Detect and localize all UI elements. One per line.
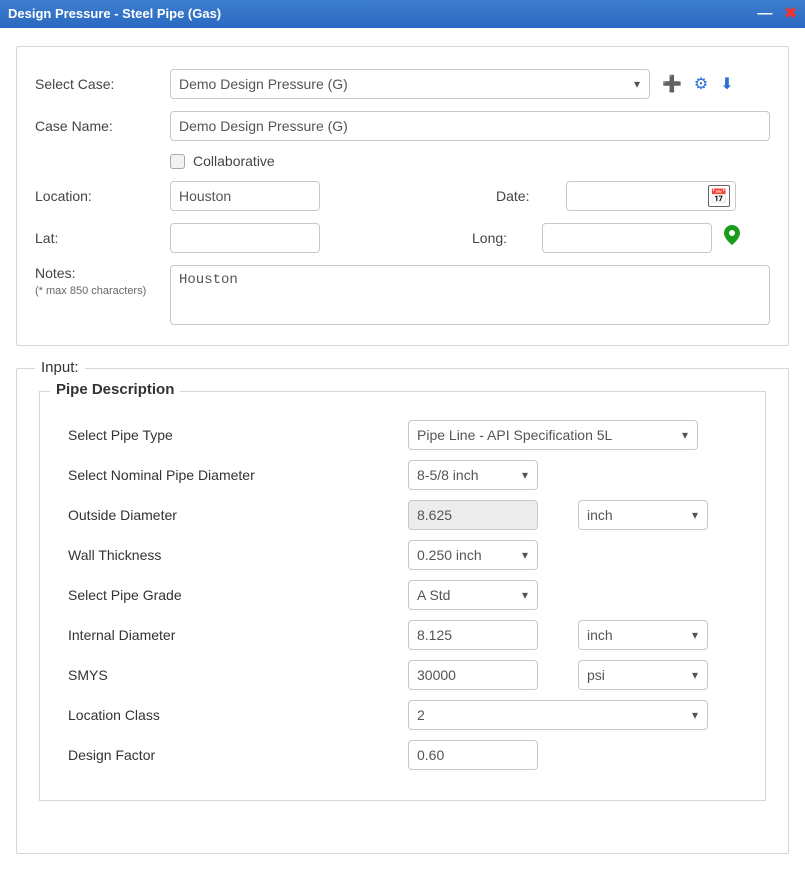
notes-hint: (* max 850 characters) xyxy=(35,285,170,297)
window-title: Design Pressure - Steel Pipe (Gas) xyxy=(8,0,221,28)
smys-input[interactable] xyxy=(408,660,538,690)
input-legend: Input: xyxy=(35,359,85,376)
notes-textarea[interactable] xyxy=(170,265,770,325)
titlebar-actions: — ✖ xyxy=(757,0,797,28)
nominal-diameter-select[interactable]: 8-5/8 inch xyxy=(408,460,538,490)
design-factor-label: Design Factor xyxy=(68,747,408,763)
nominal-diameter-label: Select Nominal Pipe Diameter xyxy=(68,467,408,483)
internal-diameter-label: Internal Diameter xyxy=(68,627,408,643)
lat-label: Lat: xyxy=(35,230,170,246)
smys-label: SMYS xyxy=(68,667,408,683)
date-label: Date: xyxy=(496,188,566,204)
location-class-select[interactable]: 2 xyxy=(408,700,708,730)
location-label: Location: xyxy=(35,188,170,204)
wall-thickness-select[interactable]: 0.250 inch xyxy=(408,540,538,570)
case-toolbar: ➕ ⚙ ⬇ xyxy=(662,74,734,94)
internal-diameter-input[interactable] xyxy=(408,620,538,650)
outside-diameter-unit-select[interactable]: inch xyxy=(578,500,708,530)
pipe-description-legend: Pipe Description xyxy=(50,381,180,398)
lat-input[interactable] xyxy=(170,223,320,253)
pipe-type-select[interactable]: Pipe Line - API Specification 5L xyxy=(408,420,698,450)
input-fieldset: Input: Pipe Description Select Pipe Type… xyxy=(16,368,789,854)
notes-label: Notes: xyxy=(35,265,170,281)
case-name-input[interactable] xyxy=(170,111,770,141)
wall-thickness-label: Wall Thickness xyxy=(68,547,408,563)
pipe-grade-select[interactable]: A Std xyxy=(408,580,538,610)
pipe-description-fieldset: Pipe Description Select Pipe Type Pipe L… xyxy=(39,391,766,801)
pipe-type-label: Select Pipe Type xyxy=(68,427,408,443)
map-marker-icon[interactable] xyxy=(724,225,740,251)
download-icon[interactable]: ⬇ xyxy=(720,74,733,94)
select-case-dropdown[interactable]: Demo Design Pressure (G) xyxy=(170,69,650,99)
minimize-icon[interactable]: — xyxy=(757,0,772,28)
long-input[interactable] xyxy=(542,223,712,253)
internal-diameter-unit-select[interactable]: inch xyxy=(578,620,708,650)
design-factor-input[interactable] xyxy=(408,740,538,770)
location-class-label: Location Class xyxy=(68,707,408,723)
date-input[interactable] xyxy=(566,181,736,211)
collaborative-label: Collaborative xyxy=(193,153,275,169)
add-icon[interactable]: ➕ xyxy=(662,74,682,94)
case-name-label: Case Name: xyxy=(35,118,170,134)
location-input[interactable] xyxy=(170,181,320,211)
titlebar: Design Pressure - Steel Pipe (Gas) — ✖ xyxy=(0,0,805,28)
smys-unit-select[interactable]: psi xyxy=(578,660,708,690)
gear-icon[interactable]: ⚙ xyxy=(694,74,708,94)
outside-diameter-label: Outside Diameter xyxy=(68,507,408,523)
case-panel: Select Case: Demo Design Pressure (G) ➕ … xyxy=(16,46,789,346)
long-label: Long: xyxy=(472,230,542,246)
select-case-label: Select Case: xyxy=(35,76,170,92)
close-icon[interactable]: ✖ xyxy=(784,0,797,28)
outside-diameter-input xyxy=(408,500,538,530)
collaborative-checkbox[interactable] xyxy=(170,154,185,169)
pipe-grade-label: Select Pipe Grade xyxy=(68,587,408,603)
